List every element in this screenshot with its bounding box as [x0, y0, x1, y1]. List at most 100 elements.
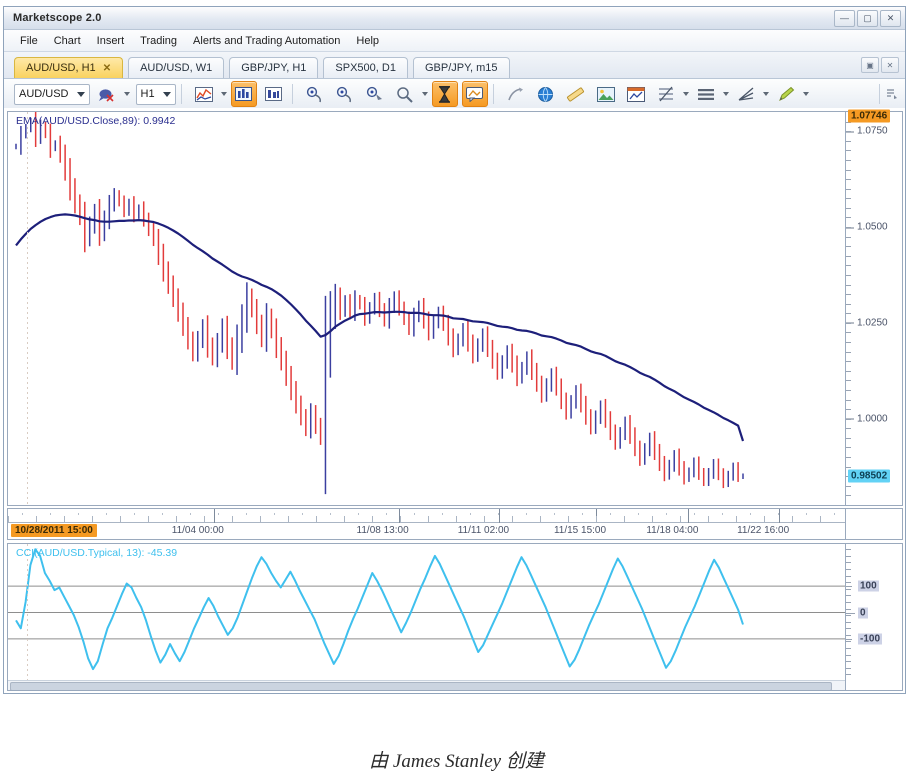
- ruler-icon[interactable]: [563, 81, 589, 107]
- horizontal-lines-icon[interactable]: [693, 81, 719, 107]
- tab-gbpjpy-m15[interactable]: GBP/JPY, m15: [412, 57, 510, 78]
- price-minor-tick: [846, 131, 851, 133]
- time-minor-tick: [498, 513, 499, 515]
- chart-type-candle-icon[interactable]: [261, 81, 287, 107]
- price-minor-tick: [846, 227, 851, 229]
- indicator-icon[interactable]: [94, 81, 120, 107]
- chart-type-bar-icon[interactable]: [230, 81, 257, 107]
- chart-toolbar: AUD/USD H1: [4, 79, 905, 110]
- time-minor-tick: [596, 516, 597, 523]
- marketscope-window: Marketscope 2.0 — ▢ ✕ File Chart Insert …: [3, 6, 906, 694]
- minimize-icon[interactable]: —: [834, 10, 855, 27]
- chevron-down-icon[interactable]: [762, 92, 769, 96]
- chevron-down-icon[interactable]: [802, 92, 809, 96]
- time-minor-tick: [414, 513, 415, 515]
- tab-close-icon[interactable]: ✕: [103, 63, 111, 74]
- cci-major-tick: [846, 612, 855, 614]
- zoom-in-icon[interactable]: [302, 81, 328, 107]
- tab-label: GBP/JPY, H1: [241, 62, 307, 74]
- time-minor-tick: [190, 513, 191, 515]
- globe-icon[interactable]: [533, 81, 559, 107]
- symbol-select[interactable]: AUD/USD: [14, 83, 90, 105]
- cci-minor-tick: [846, 661, 851, 663]
- chart-type-line-icon[interactable]: [191, 81, 217, 107]
- cci-tick-label: 0: [858, 607, 868, 618]
- price-minor-tick: [846, 370, 851, 372]
- rays-icon[interactable]: [733, 81, 759, 107]
- time-minor-tick: [792, 516, 793, 523]
- time-minor-tick: [260, 516, 261, 523]
- price-minor-tick: [846, 246, 851, 248]
- price-minor-tick: [846, 380, 851, 382]
- cci-plot-area[interactable]: [8, 544, 846, 690]
- tab-audusd-h1[interactable]: AUD/USD, H1 ✕: [14, 57, 124, 78]
- time-minor-tick: [330, 513, 331, 515]
- menu-item-chart[interactable]: Chart: [46, 33, 89, 49]
- menu-item-insert[interactable]: Insert: [89, 33, 133, 49]
- cci-minor-tick: [846, 582, 851, 584]
- price-axis[interactable]: 1.0750 1.0500 1.0250 1.0000 1.07746 0.98502: [845, 109, 902, 505]
- time-axis-pane[interactable]: 10/28/2011 15:00 11/04 00:00 11/08 13:00 1…: [7, 508, 903, 540]
- time-tick-label: 11/15 15:00: [553, 525, 607, 536]
- zoom-fit-icon[interactable]: [362, 81, 388, 107]
- price-minor-tick: [846, 495, 851, 497]
- cci-minor-tick: [846, 621, 851, 623]
- chevron-down-icon[interactable]: [682, 92, 689, 96]
- restore-tab-icon[interactable]: ▣: [861, 57, 879, 73]
- timeframe-select[interactable]: H1: [135, 83, 176, 105]
- fibonacci-icon[interactable]: [653, 81, 679, 107]
- cci-minor-tick: [846, 648, 851, 650]
- tab-audusd-w1[interactable]: AUD/USD, W1: [128, 57, 225, 78]
- time-axis-corner: [845, 509, 902, 539]
- menu-item-file[interactable]: File: [12, 33, 46, 49]
- price-minor-tick: [846, 294, 851, 296]
- toolbar-divider: [492, 84, 494, 104]
- time-tick-label: 11/22 16:00: [737, 525, 790, 536]
- time-minor-tick: [218, 513, 219, 515]
- zoom-out-icon[interactable]: [332, 81, 358, 107]
- hourglass-icon[interactable]: [431, 81, 458, 107]
- tab-gbpjpy-h1[interactable]: GBP/JPY, H1: [229, 57, 319, 78]
- tooltip-icon[interactable]: [461, 81, 488, 107]
- price-plot-area[interactable]: [8, 112, 846, 505]
- pen-tool-icon[interactable]: [503, 81, 529, 107]
- tab-spx500-d1[interactable]: SPX500, D1: [323, 57, 408, 78]
- image-icon[interactable]: [593, 81, 619, 107]
- session-marker-line: [27, 544, 28, 690]
- cci-axis[interactable]: 100 0 -100: [845, 544, 902, 690]
- close-tab-icon[interactable]: ✕: [881, 57, 899, 73]
- scrollbar-thumb[interactable]: [10, 682, 832, 690]
- toolbar-overflow[interactable]: [874, 84, 899, 104]
- time-minor-tick: [50, 513, 51, 515]
- time-minor-tick: [568, 516, 569, 523]
- menu-item-help[interactable]: Help: [348, 33, 387, 49]
- menu-item-trading[interactable]: Trading: [132, 33, 185, 49]
- time-minor-tick: [624, 516, 625, 523]
- pencil-icon[interactable]: [773, 81, 799, 107]
- time-start-badge: 10/28/2011 15:00: [11, 524, 97, 537]
- price-minor-tick: [846, 466, 851, 468]
- price-tick-label: 1.0250: [846, 317, 902, 328]
- price-minor-tick: [846, 274, 851, 276]
- window-icon[interactable]: [623, 81, 649, 107]
- tab-strip-controls: ▣ ✕: [861, 57, 899, 73]
- time-minor-tick: [750, 513, 751, 515]
- horizontal-scrollbar[interactable]: [8, 680, 846, 690]
- time-minor-tick: [806, 513, 807, 515]
- magnifier-icon[interactable]: [392, 81, 418, 107]
- price-chart-pane[interactable]: EMA(AUD/USD.Close,89): 0.9942 1.0750 1.05…: [7, 109, 903, 506]
- chevron-down-icon[interactable]: [421, 92, 428, 96]
- time-minor-tick: [386, 513, 387, 515]
- tab-label: GBP/JPY, m15: [424, 62, 498, 74]
- maximize-icon[interactable]: ▢: [857, 10, 878, 27]
- menu-item-alerts[interactable]: Alerts and Trading Automation: [185, 33, 348, 49]
- cci-indicator-pane[interactable]: CCI(AUD/USD.Typical, 13): -45.39 100 0 -10…: [7, 543, 903, 691]
- chevron-down-icon[interactable]: [123, 92, 130, 96]
- chevron-down-icon[interactable]: [722, 92, 729, 96]
- close-icon[interactable]: ✕: [880, 10, 901, 27]
- time-minor-tick: [442, 513, 443, 515]
- price-minor-tick: [846, 207, 851, 209]
- price-minor-tick: [846, 437, 851, 439]
- cci-minor-tick: [846, 667, 851, 669]
- chevron-down-icon[interactable]: [220, 92, 227, 96]
